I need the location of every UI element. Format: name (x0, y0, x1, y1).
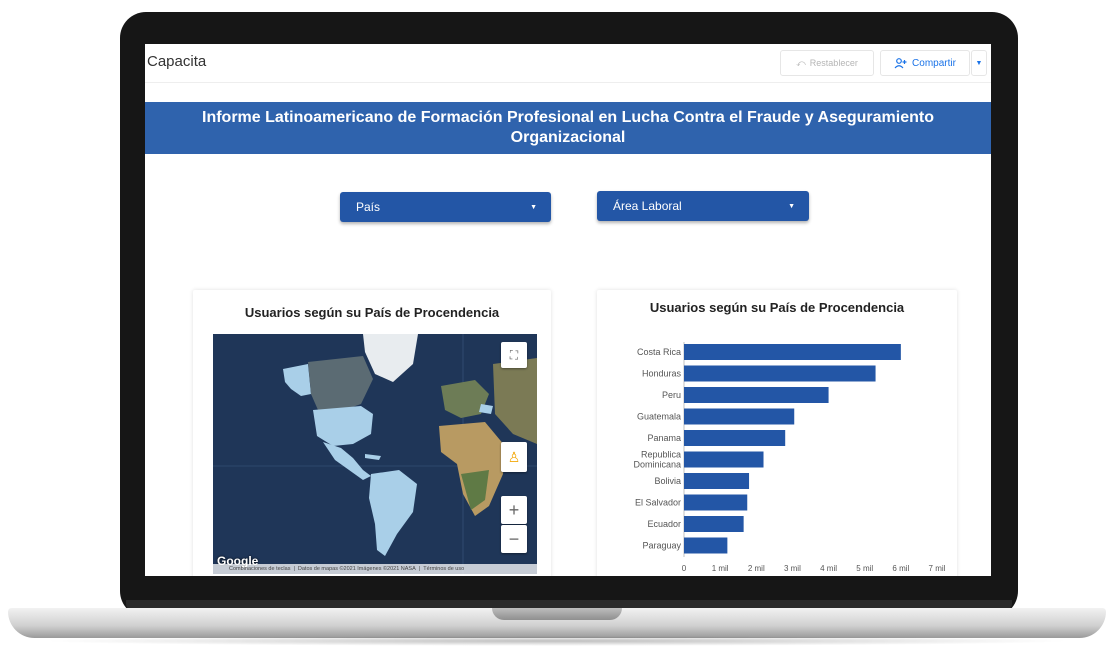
bar-bolivia[interactable] (684, 473, 750, 489)
fullscreen-icon: ⛶ (509, 347, 519, 362)
bar-el-salvador[interactable] (684, 494, 748, 511)
bar-peru[interactable] (684, 387, 829, 403)
undo-icon: ⤺ (796, 57, 806, 68)
x-tick-label: 7 mil (929, 564, 946, 573)
share-options-button[interactable]: ▼ (971, 50, 987, 76)
category-label: Honduras (642, 369, 682, 379)
bar-chart-card: Usuarios según su País de Procendencia C… (597, 290, 957, 576)
map-canvas (213, 334, 537, 574)
minus-icon: − (508, 528, 520, 549)
world-map[interactable]: ⛶ ♙ + − Google Combinaciones de teclas |… (213, 334, 537, 574)
x-tick-label: 4 mil (820, 564, 837, 573)
map-card: Usuarios según su País de Procendencia ⛶… (193, 290, 551, 576)
x-tick-label: 1 mil (712, 564, 729, 573)
report-title-line2: Organizacional (510, 129, 626, 146)
work-area-filter-dropdown[interactable]: Área Laboral ▼ (597, 191, 809, 221)
bar-republica-dominicana[interactable] (684, 451, 764, 468)
terms-link[interactable]: Términos de uso (423, 566, 464, 572)
report-banner: Informe Latinoamericano de Formación Pro… (145, 102, 991, 154)
category-label: El Salvador (635, 498, 681, 508)
screen: Capacita ⤺ Restablecer Compartir ▼ Infor… (145, 44, 991, 576)
caret-down-icon: ▼ (975, 59, 983, 67)
x-tick-label: 0 (682, 564, 687, 573)
laptop-notch (492, 608, 622, 620)
x-tick-label: 2 mil (748, 564, 765, 573)
bar-costa-rica[interactable] (684, 344, 901, 360)
bar-chart: Costa Rica Honduras Peru Guatemala Panama Rep… (633, 342, 946, 573)
country-filter-dropdown[interactable]: País ▼ (340, 192, 551, 222)
plus-icon: + (508, 499, 520, 520)
category-label: Bolivia (654, 476, 681, 486)
street-view-pegman-button[interactable]: ♙ (501, 442, 527, 472)
work-area-filter-label: Área Laboral (613, 199, 682, 213)
category-label: Panama (647, 433, 681, 443)
x-tick-label: 3 mil (784, 564, 801, 573)
category-label: Republica (641, 450, 681, 460)
map-footer: Combinaciones de teclas | Datos de mapas… (213, 564, 537, 574)
x-tick-label: 5 mil (856, 564, 873, 573)
reset-button[interactable]: ⤺ Restablecer (780, 50, 874, 76)
category-label: Ecuador (647, 519, 681, 529)
reset-label: Restablecer (809, 58, 858, 68)
caret-down-icon: ▼ (530, 203, 537, 211)
bar-guatemala[interactable] (684, 408, 795, 425)
app-title: Capacita (147, 53, 207, 70)
fullscreen-button[interactable]: ⛶ (501, 342, 527, 368)
bar-honduras[interactable] (684, 365, 876, 382)
category-label: Paraguay (642, 541, 681, 551)
app-header: Capacita ⤺ Restablecer Compartir ▼ (145, 44, 991, 83)
pegman-icon: ♙ (507, 448, 521, 465)
category-label: Guatemala (637, 412, 681, 422)
map-data-attribution: Datos de mapas ©2021 Imágenes ©2021 NASA (297, 566, 416, 572)
category-label: Dominicana (633, 460, 681, 470)
zoom-out-button[interactable]: − (501, 525, 527, 553)
bar-paraguay[interactable] (684, 537, 728, 554)
share-label: Compartir (912, 57, 956, 69)
report-title-line1: Informe Latinoamericano de Formación Pro… (202, 109, 934, 126)
zoom-in-button[interactable]: + (501, 496, 527, 524)
bar-panama[interactable] (684, 430, 786, 446)
keyboard-shortcuts-link[interactable]: Combinaciones de teclas (229, 566, 290, 572)
map-card-title: Usuarios según su País de Procendencia (244, 305, 500, 320)
share-button[interactable]: Compartir (880, 50, 970, 76)
laptop-shadow (40, 636, 1074, 646)
country-filter-label: País (356, 200, 381, 214)
caret-down-icon: ▼ (788, 202, 795, 210)
category-label: Costa Rica (637, 347, 681, 357)
category-label: Peru (662, 390, 681, 400)
add-person-icon (894, 57, 907, 68)
bar-ecuador[interactable] (684, 516, 744, 532)
x-tick-label: 6 mil (892, 564, 909, 573)
